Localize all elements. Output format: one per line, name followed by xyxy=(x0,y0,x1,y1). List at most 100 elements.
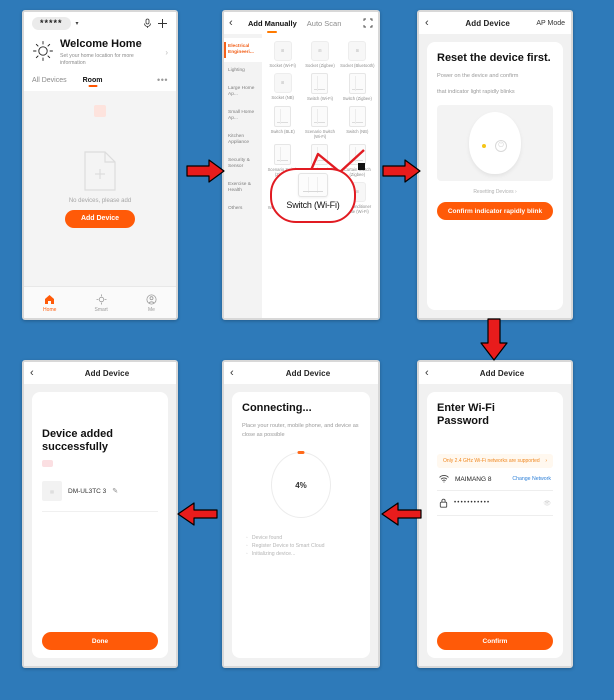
device-tile[interactable]: ⊞ Socket (NB) xyxy=(265,70,300,101)
sidebar-item-exercise-health[interactable]: Exercise & Health xyxy=(224,176,262,200)
sidebar-item-electrical[interactable]: Electrical Engineeri... xyxy=(224,38,262,62)
list-item: ◦ Device found xyxy=(246,534,360,542)
tab-smart-label: Smart xyxy=(94,307,108,313)
back-chevron-icon[interactable]: ‹ xyxy=(425,367,439,379)
qr-scan-icon[interactable] xyxy=(363,18,373,28)
more-options-icon[interactable]: ••• xyxy=(157,76,168,85)
add-device-button[interactable]: Add Device xyxy=(64,209,136,228)
back-chevron-icon[interactable]: ‹ xyxy=(229,17,243,29)
flow-diagram-canvas: ***** ▾ Welcome Home Set your home locat… xyxy=(0,0,614,700)
device-tile[interactable]: ⊞ Socket (Bluetooth) xyxy=(340,38,375,68)
device-tile[interactable]: Switch (NB) xyxy=(340,103,375,139)
added-device-row: ▤ DM-UL3TC 3 ✎ xyxy=(42,481,158,512)
connecting-card: Connecting... Place your router, mobile … xyxy=(232,392,370,658)
lock-icon xyxy=(439,498,448,508)
switch-icon xyxy=(274,106,292,127)
password-field[interactable]: ••••••••••• 👁 xyxy=(437,491,553,516)
plus-icon[interactable] xyxy=(157,18,168,29)
switch-icon xyxy=(311,73,329,94)
device-thumbnail-icon: ▤ xyxy=(42,481,62,501)
switch-icon xyxy=(298,173,328,197)
success-heading-line1: Device added xyxy=(42,428,113,440)
change-network-link[interactable]: Change Network xyxy=(512,476,551,482)
sidebar-item-kitchen-appliance[interactable]: Kitchen Appliance xyxy=(224,128,262,152)
password-value: ••••••••••• xyxy=(454,500,491,506)
connection-steps-list: ◦ Device found ◦ Register Device to Smart … xyxy=(242,534,360,558)
chevron-right-icon[interactable]: › xyxy=(165,48,168,57)
step-label: Device found xyxy=(251,535,283,541)
tab-add-manually[interactable]: Add Manually xyxy=(243,19,302,28)
back-chevron-icon[interactable]: ‹ xyxy=(425,17,439,29)
device-body: ⏻ xyxy=(469,112,521,174)
sidebar-item-others[interactable]: Others xyxy=(224,200,262,218)
phone-screen-wifi-password: ‹ Add Device Enter Wi-Fi Password Only 2… xyxy=(417,360,573,668)
device-tile-label: Scenario Switch (Wi-Fi) xyxy=(304,129,335,139)
device-tile-label: Switch (BLE) xyxy=(270,129,295,134)
home-status-bar: ***** ▾ xyxy=(24,12,176,34)
tab-me[interactable]: Me xyxy=(146,294,157,313)
device-tile[interactable]: ⊞ Socket (Zigbee) xyxy=(302,38,337,68)
reset-line2: that indicator light rapidly blinks xyxy=(437,89,515,95)
sidebar-item-security-sensor[interactable]: Security & Sensor xyxy=(224,152,262,176)
ap-mode-button[interactable]: AP Mode xyxy=(536,20,565,27)
tab-all-devices[interactable]: All Devices xyxy=(32,77,67,87)
switch-icon xyxy=(311,106,329,127)
switch-icon xyxy=(348,106,366,127)
home-name-pill[interactable]: ***** xyxy=(32,16,71,30)
empty-document-icon xyxy=(83,150,117,192)
back-chevron-icon[interactable]: ‹ xyxy=(230,367,244,379)
list-item: ◦ Register Device to Smart Cloud xyxy=(246,542,360,550)
eye-toggle-icon[interactable]: 👁 xyxy=(543,500,551,507)
device-tile[interactable]: Switch (Zigbee) xyxy=(340,70,375,101)
power-icon: ⏻ xyxy=(495,140,507,152)
step-bullet-icon: ◦ xyxy=(246,543,248,549)
arrow-reset-to-wifi xyxy=(479,318,509,362)
sidebar-item-large-home-appliance[interactable]: Large Home Ap... xyxy=(224,80,262,104)
arrow-add-manually-to-reset xyxy=(382,158,422,184)
resetting-devices-link[interactable]: Resetting Devices › xyxy=(437,189,553,195)
chevron-down-icon[interactable]: ▾ xyxy=(76,20,79,27)
device-tile[interactable]: ⊞ Socket (Wi-Fi) xyxy=(265,38,300,68)
sidebar-item-lighting[interactable]: Lighting xyxy=(224,62,262,80)
wifi-heading-line2: Password xyxy=(437,415,489,427)
confirm-indicator-button[interactable]: Confirm indicator rapidly blink xyxy=(437,202,553,220)
tab-home[interactable]: Home xyxy=(43,294,56,313)
phone-screen-reset-device: ‹ Add Device AP Mode Reset the device fi… xyxy=(417,10,573,320)
page-title: Add Device xyxy=(465,18,510,28)
back-chevron-icon[interactable]: ‹ xyxy=(30,367,44,379)
page-title: Welcome Home xyxy=(60,38,142,50)
switch-wifi-callout[interactable]: Switch (Wi-Fi) xyxy=(270,168,356,223)
tab-smart[interactable]: Smart xyxy=(94,294,108,313)
tab-auto-scan[interactable]: Auto Scan xyxy=(302,19,347,28)
socket-icon: ⊞ xyxy=(348,41,367,61)
connecting-heading: Connecting... xyxy=(242,402,312,414)
arrow-wifi-to-connecting xyxy=(380,500,422,528)
tab-room[interactable]: Room xyxy=(83,77,103,87)
list-item: ◦ Initializing device... xyxy=(246,550,360,558)
pencil-edit-icon[interactable]: ✎ xyxy=(112,487,118,495)
done-button[interactable]: Done xyxy=(42,632,158,650)
device-tile[interactable]: Switch (BLE) xyxy=(265,103,300,139)
microphone-icon[interactable] xyxy=(143,18,152,29)
reset-heading: Reset the device first. xyxy=(437,52,551,64)
confirm-button[interactable]: Confirm xyxy=(437,632,553,650)
device-tile[interactable]: Scenario Switch (Wi-Fi) xyxy=(302,103,337,139)
reset-line1: Power on the device and confirm xyxy=(437,73,519,79)
band-warning-banner[interactable]: Only 2.4 GHz Wi-Fi networks are supporte… xyxy=(437,454,553,468)
smart-icon xyxy=(96,294,107,305)
home-icon xyxy=(44,294,55,305)
page-title: Add Device xyxy=(479,368,525,378)
socket-icon: ⊞ xyxy=(273,73,292,93)
ssid-field[interactable]: MAIMANG 8 Change Network xyxy=(437,468,553,491)
bottom-tab-bar: Home Smart Me xyxy=(24,286,176,318)
wifi-card: Enter Wi-Fi Password Only 2.4 GHz Wi-Fi … xyxy=(427,392,563,658)
step-label: Initializing device... xyxy=(251,551,296,557)
sidebar-item-small-home-appliance[interactable]: Small Home Ap... xyxy=(224,104,262,128)
page-title: Add Device xyxy=(285,368,331,378)
success-navbar: ‹ Add Device xyxy=(24,362,176,384)
device-tile-switch-wifi[interactable]: Switch (Wi-Fi) xyxy=(302,70,337,101)
wifi-heading-line1: Enter Wi-Fi xyxy=(437,402,495,414)
category-sidebar: Electrical Engineeri... Lighting Large H… xyxy=(224,34,262,318)
device-illustration: ⏻ xyxy=(437,105,553,181)
socket-icon: ⊞ xyxy=(273,41,292,61)
